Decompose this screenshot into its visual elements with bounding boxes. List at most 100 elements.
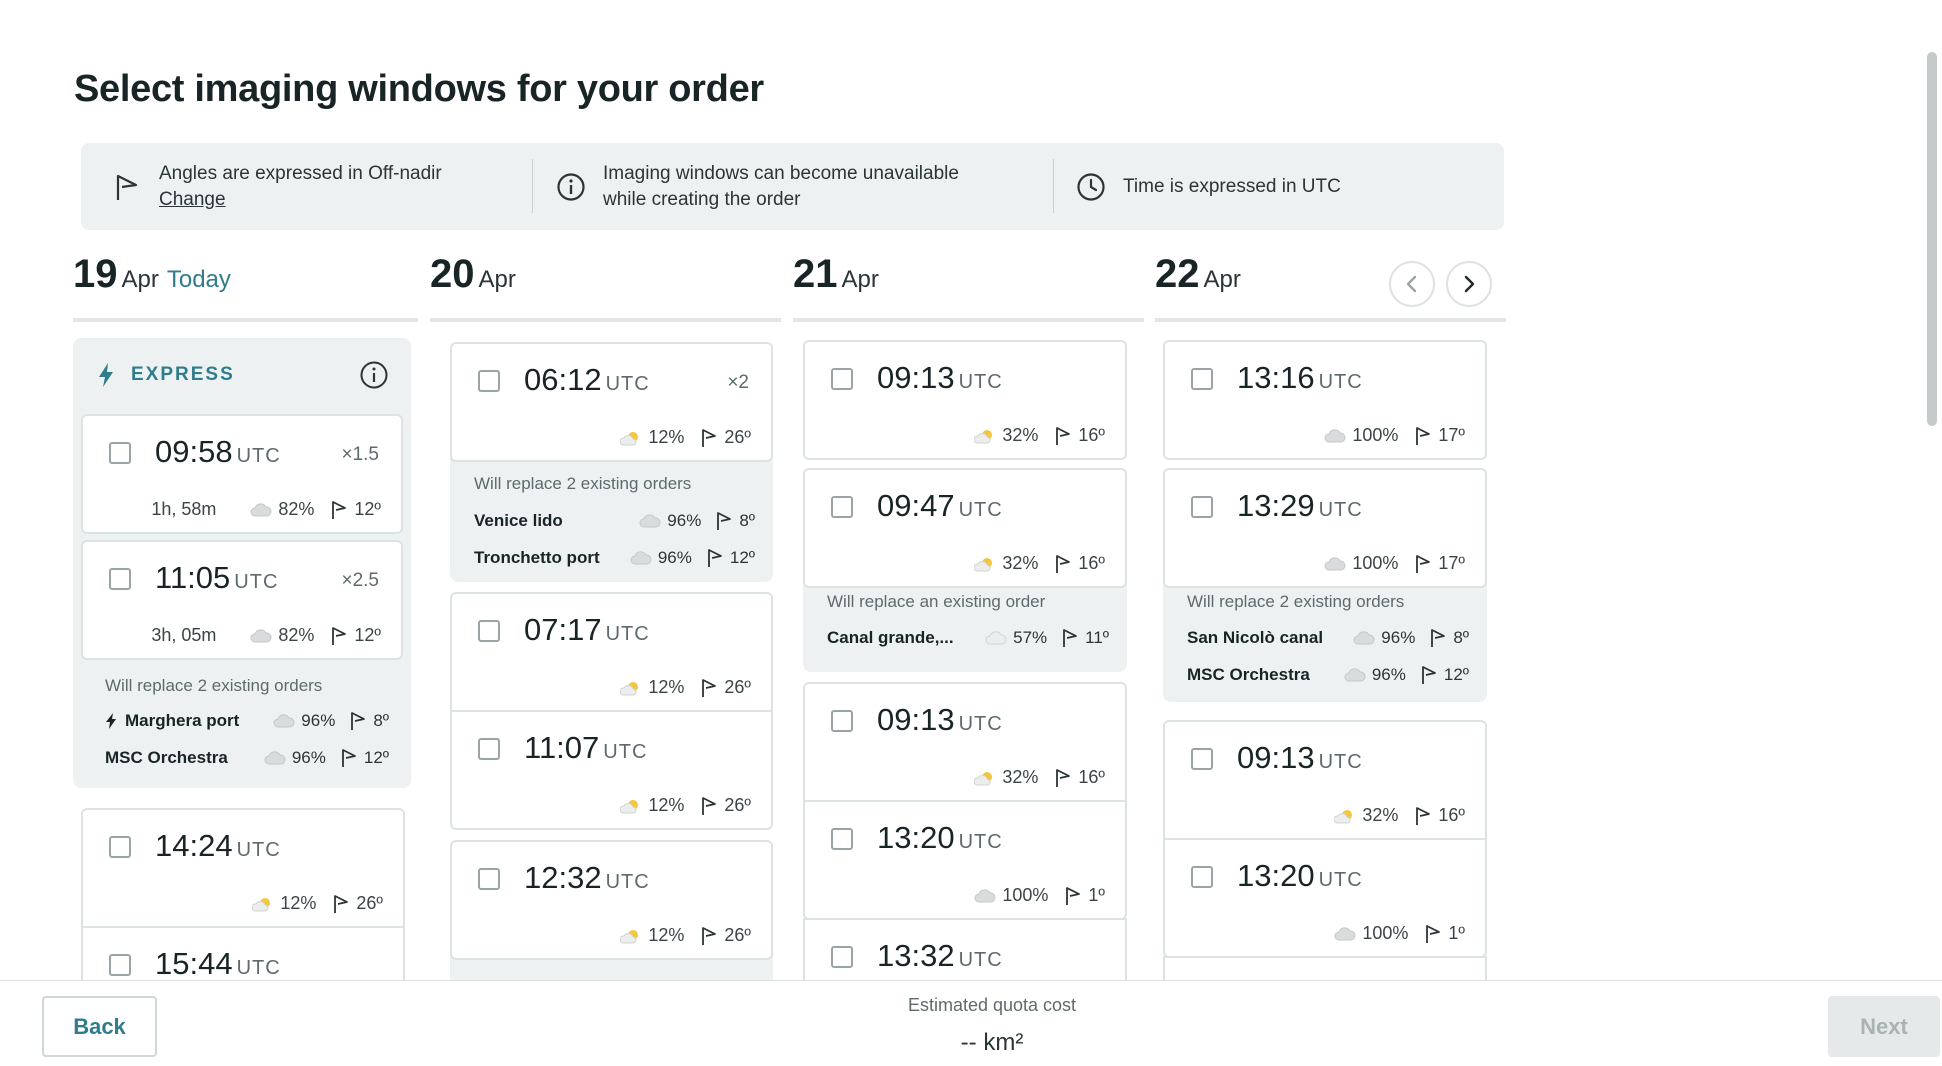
partly-sunny-icon (974, 557, 993, 571)
window-checkbox[interactable] (109, 442, 131, 464)
window-card[interactable]: 13:32 UTC (803, 918, 1127, 980)
partly-sunny-icon (1334, 809, 1353, 823)
window-time: 12:32 UTC (524, 860, 650, 895)
info-icon (360, 361, 388, 389)
off-nadir-angle: 16º (1078, 425, 1105, 445)
previous-days-button[interactable] (1389, 261, 1435, 307)
off-nadir-angle-icon (702, 926, 717, 945)
off-nadir-angle: 12º (729, 548, 755, 567)
off-nadir-angle-icon (1056, 768, 1071, 787)
next-button[interactable]: Next (1828, 996, 1940, 1057)
day-column-19: EXPRESS 09:58 UTC ×1.5 1h, 58m 82% 12º 11… (73, 338, 418, 980)
window-time: 09:13 UTC (1237, 740, 1363, 775)
window-card[interactable]: 11:07 UTC 12% 26º (450, 710, 773, 830)
next-days-button[interactable] (1446, 261, 1492, 307)
info-icon (555, 171, 587, 203)
window-card[interactable]: 09:13 UTC 32% 16º (803, 682, 1127, 802)
day-number: 22 (1155, 252, 1200, 296)
replace-order-row: MSC Orchestra 96% 12º (105, 743, 389, 773)
cloud-cover: 32% (1002, 767, 1039, 787)
day-header-19: 19 Apr Today (73, 252, 418, 322)
off-nadir-angle-icon (1066, 886, 1081, 905)
delivery-duration: 3h, 05m (151, 625, 217, 645)
cloud-cover: 96% (657, 548, 692, 567)
window-meta: 100% 1º (958, 885, 1105, 906)
window-meta: 100% 17º (1308, 553, 1465, 574)
cloud-cover: 12% (280, 893, 317, 913)
off-nadir-angle: 26º (356, 893, 383, 913)
window-card[interactable]: 14:24 UTC 12% 26º (81, 808, 405, 928)
window-checkbox[interactable] (831, 368, 853, 390)
quota-value: -- km² (960, 1029, 1024, 1056)
change-angle-link[interactable]: Change (159, 189, 226, 210)
window-card[interactable]: 13:20 UTC 100% 1º (803, 800, 1127, 920)
off-nadir-angle-icon (1063, 629, 1078, 647)
window-checkbox[interactable] (478, 738, 500, 760)
window-checkbox[interactable] (831, 828, 853, 850)
window-card[interactable]: 06:12 UTC ×2 12% 26º (450, 342, 773, 462)
window-checkbox[interactable] (1191, 748, 1213, 770)
window-checkbox[interactable] (478, 868, 500, 890)
window-card[interactable]: 09:13 UTC 32% 16º (1163, 720, 1487, 840)
off-nadir-angle: 1º (1088, 885, 1105, 905)
cloud-cover: 12% (648, 427, 685, 447)
window-time: 07:17 UTC (524, 612, 650, 647)
off-nadir-angle-icon (1416, 426, 1431, 445)
day-month: Apr (121, 266, 159, 293)
cloud-cover: 57% (1013, 628, 1048, 647)
off-nadir-angle-icon (1426, 924, 1441, 943)
window-card[interactable]: 09:13 UTC 32% 16º (803, 340, 1127, 460)
partly-sunny-icon (974, 429, 993, 443)
window-meta: 32% 16º (958, 553, 1105, 574)
window-checkbox[interactable] (109, 836, 131, 858)
off-nadir-angle: 26º (724, 795, 751, 815)
replace-order-row: Tronchetto port 96% 12º (474, 543, 755, 573)
window-card[interactable]: 13:16 UTC 100% 17º (1163, 340, 1487, 460)
express-info-button[interactable] (359, 360, 389, 395)
window-card[interactable]: 09:47 UTC 32% 16º (803, 468, 1127, 588)
window-checkbox[interactable] (1191, 368, 1213, 390)
window-time: 09:13 UTC (877, 360, 1003, 395)
info-divider (1053, 159, 1054, 213)
window-card[interactable]: 11:05 UTC ×2.5 3h, 05m 82% 12º (81, 540, 403, 660)
window-checkbox[interactable] (1191, 496, 1213, 518)
info-divider (532, 159, 533, 213)
off-nadir-angle-icon (717, 512, 732, 530)
window-time: 06:12 UTC (524, 362, 650, 397)
off-nadir-angle: 12º (363, 748, 389, 767)
window-checkbox[interactable] (109, 568, 131, 590)
window-card[interactable] (1163, 956, 1487, 980)
window-card[interactable]: 15:44 UTC (81, 926, 405, 980)
cloud-cover: 32% (1002, 553, 1039, 573)
window-card[interactable]: 12:32 UTC 12% 26º (450, 840, 773, 960)
window-checkbox[interactable] (831, 946, 853, 968)
lightning-icon (99, 363, 113, 387)
off-nadir-angle-icon (1056, 554, 1071, 573)
page-scrollbar[interactable] (1927, 52, 1937, 426)
today-label: Today (166, 266, 231, 293)
quota-label: Estimated quota cost (907, 995, 1077, 1015)
window-checkbox[interactable] (109, 954, 131, 976)
off-nadir-angle: 8º (739, 511, 755, 530)
lightning-icon (106, 713, 116, 729)
window-checkbox[interactable] (478, 620, 500, 642)
window-time: 14:24 UTC (155, 828, 281, 863)
window-checkbox[interactable] (1191, 866, 1213, 888)
chevron-left-icon (1406, 275, 1417, 293)
cloudy-icon (974, 888, 996, 902)
cloudy-icon (250, 502, 272, 516)
off-nadir-angle-icon (332, 500, 347, 519)
window-card[interactable]: 09:58 UTC ×1.5 1h, 58m 82% 12º (81, 414, 403, 534)
window-checkbox[interactable] (831, 496, 853, 518)
window-card[interactable]: 07:17 UTC 12% 26º (450, 592, 773, 712)
window-checkbox[interactable] (478, 370, 500, 392)
window-checkbox[interactable] (831, 710, 853, 732)
window-time: 13:20 UTC (877, 820, 1003, 855)
info-bar: Angles are expressed in Off-nadir Change… (81, 143, 1504, 230)
window-time: 13:16 UTC (1237, 360, 1363, 395)
window-card[interactable]: 13:29 UTC 100% 17º (1163, 468, 1487, 588)
day-month: Apr (1203, 266, 1241, 293)
off-nadir-angle: 16º (1438, 805, 1465, 825)
window-card[interactable]: 13:20 UTC 100% 1º (1163, 838, 1487, 958)
off-nadir-angle: 8º (373, 711, 389, 730)
